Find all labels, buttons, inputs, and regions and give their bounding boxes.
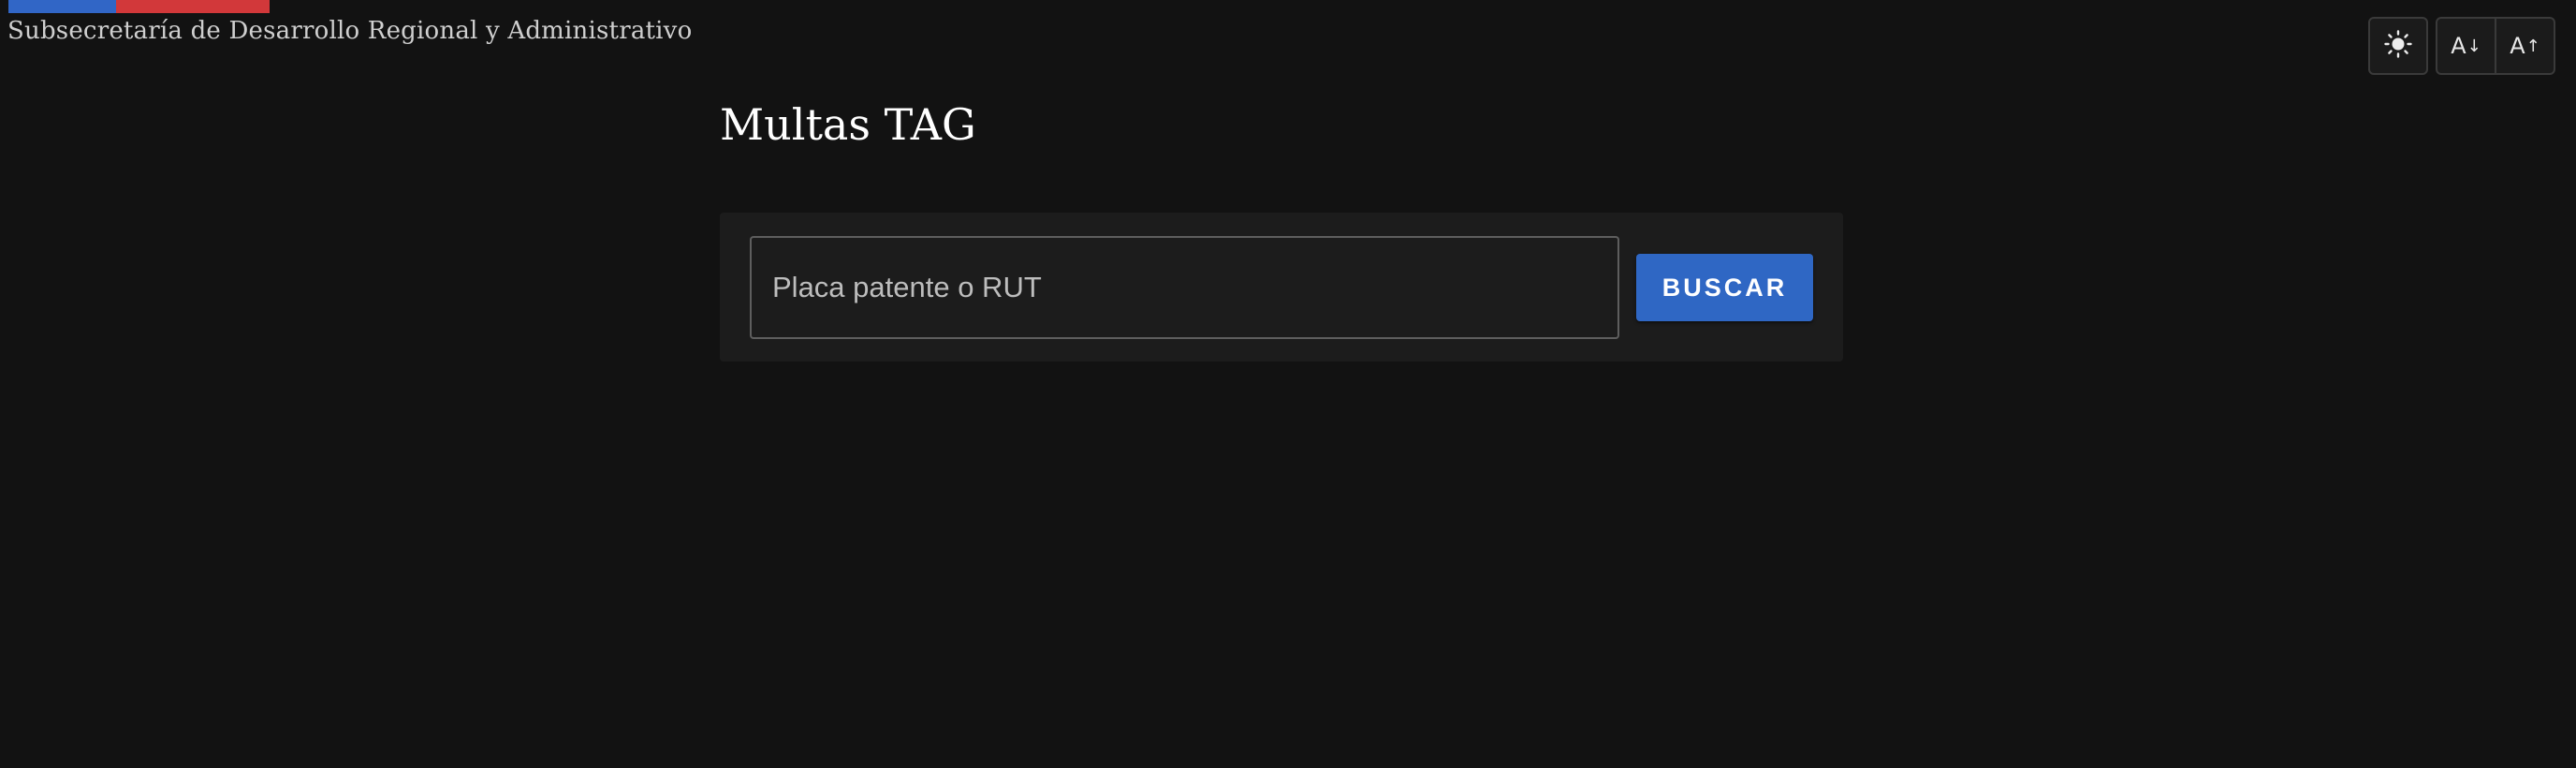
organization-name: Subsecretaría de Desarrollo Regional y A… xyxy=(7,17,693,45)
arrow-up-icon: ↑ xyxy=(2525,36,2540,56)
font-size-decrease-button[interactable]: A ↓ xyxy=(2437,19,2495,73)
font-size-controls: A ↓ A ↑ xyxy=(2436,17,2555,75)
font-size-increase-button[interactable]: A ↑ xyxy=(2496,19,2554,73)
search-input[interactable] xyxy=(750,236,1619,339)
flag-blue-segment xyxy=(8,0,116,13)
arrow-down-icon: ↓ xyxy=(2466,36,2481,56)
search-panel: BUSCAR xyxy=(720,213,1843,362)
theme-toggle-button[interactable] xyxy=(2368,17,2428,75)
flag-red-segment xyxy=(116,0,270,13)
font-increase-glyph: A xyxy=(2510,33,2525,59)
page: Subsecretaría de Desarrollo Regional y A… xyxy=(0,0,2576,768)
sun-icon xyxy=(2384,30,2412,62)
font-size-decrease-icon: A ↓ xyxy=(2451,33,2481,59)
accessibility-toolbar: A ↓ A ↑ xyxy=(2368,17,2555,75)
flag-stripe xyxy=(8,0,270,13)
search-button[interactable]: BUSCAR xyxy=(1636,254,1813,321)
font-decrease-glyph: A xyxy=(2451,33,2466,59)
font-size-increase-icon: A ↑ xyxy=(2510,33,2540,59)
page-title: Multas TAG xyxy=(720,99,976,150)
